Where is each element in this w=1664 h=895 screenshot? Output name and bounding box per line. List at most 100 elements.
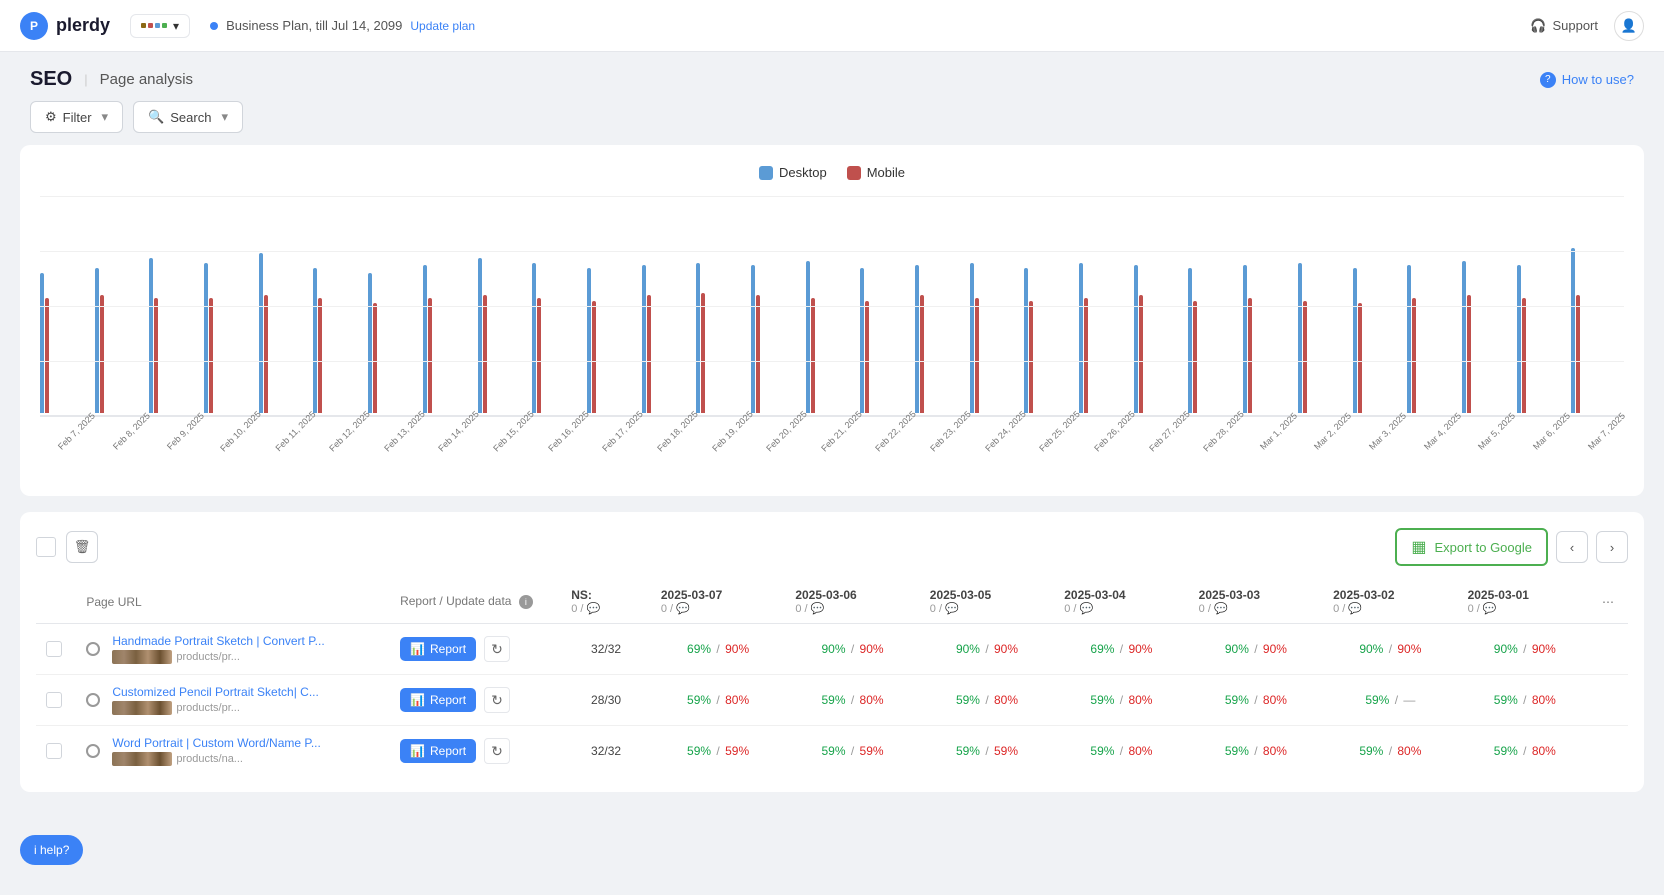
desktop-legend-label: Desktop bbox=[779, 165, 827, 180]
mobile-bar-22 bbox=[1248, 298, 1252, 413]
desktop-bar-28 bbox=[1571, 248, 1575, 413]
mobile-bar-25 bbox=[1412, 298, 1416, 413]
headphone-icon: 🎧 bbox=[1530, 18, 1546, 34]
row-checkbox[interactable] bbox=[46, 641, 62, 657]
chart-legend: Desktop Mobile bbox=[40, 165, 1624, 180]
bar-group-1 bbox=[95, 268, 148, 413]
report-button[interactable]: 📊 Report bbox=[400, 637, 476, 661]
bar-group-11 bbox=[642, 265, 695, 413]
help-bubble[interactable]: i help? bbox=[20, 835, 83, 865]
table-toolbar: 🗑 ▦ Export to Google ‹ › bbox=[36, 528, 1628, 566]
page-url-link[interactable]: Word Portrait | Custom Word/Name P... bbox=[112, 736, 321, 750]
bar-group-21 bbox=[1188, 268, 1241, 413]
url-thumbnail bbox=[112, 752, 172, 766]
score-green: 59% bbox=[1225, 744, 1249, 758]
bar-group-9 bbox=[532, 263, 585, 413]
ns-value: 28/30 bbox=[591, 693, 621, 707]
score-green: 69% bbox=[687, 642, 711, 656]
logo: P plerdy bbox=[20, 12, 110, 40]
score-red: 80% bbox=[1128, 693, 1152, 707]
bar-group-28 bbox=[1571, 248, 1624, 413]
desktop-bar-26 bbox=[1462, 261, 1466, 413]
mobile-bar-15 bbox=[865, 301, 869, 413]
desktop-bar-13 bbox=[751, 265, 755, 413]
score-cell: 90% / 90% bbox=[920, 624, 1054, 675]
report-info-icon[interactable]: i bbox=[519, 595, 533, 609]
how-to-use-link[interactable]: ? How to use? bbox=[1540, 72, 1634, 88]
mobile-bar-1 bbox=[100, 295, 104, 413]
filter-button[interactable]: ⚙ Filter bbox=[30, 101, 123, 133]
bar-group-17 bbox=[970, 263, 1023, 413]
mobile-bar-7 bbox=[428, 298, 432, 413]
mobile-bar-18 bbox=[1029, 301, 1033, 413]
score-cell: 69% / 90% bbox=[651, 624, 785, 675]
report-button[interactable]: 📊 Report bbox=[400, 739, 476, 763]
score-cell: 59% / 80% bbox=[1458, 675, 1592, 726]
score-cell: 90% / 90% bbox=[785, 624, 919, 675]
refresh-button[interactable]: ↻ bbox=[484, 687, 510, 713]
score-cell: 59% / 59% bbox=[651, 726, 785, 777]
chart-panel: Desktop Mobile Feb 7, 2025Feb 8, 2025Feb… bbox=[20, 145, 1644, 496]
chevron-left-icon: ‹ bbox=[1570, 540, 1574, 555]
desktop-bar-16 bbox=[915, 265, 919, 413]
score-cell: 59% / 80% bbox=[1323, 726, 1457, 777]
desktop-bar-5 bbox=[313, 268, 317, 413]
chart-container: Feb 7, 2025Feb 8, 2025Feb 9, 2025Feb 10,… bbox=[40, 196, 1624, 476]
refresh-button[interactable]: ↻ bbox=[484, 738, 510, 764]
th-page-url: Page URL bbox=[76, 580, 390, 624]
how-to-use-label: How to use? bbox=[1562, 72, 1634, 87]
delete-button[interactable]: 🗑 bbox=[66, 531, 98, 563]
th-date6: 2025-03-02 0 / 💬 bbox=[1323, 580, 1457, 624]
mobile-bar-9 bbox=[537, 298, 541, 413]
bar-group-23 bbox=[1298, 263, 1351, 413]
bar-group-18 bbox=[1024, 268, 1077, 413]
export-google-button[interactable]: ▦ Export to Google bbox=[1395, 528, 1548, 566]
user-avatar[interactable]: 👤 bbox=[1614, 11, 1644, 41]
mobile-bar-17 bbox=[975, 298, 979, 413]
url-path: products/pr... bbox=[112, 650, 324, 664]
score-red: 80% bbox=[1397, 744, 1421, 758]
bar-group-14 bbox=[806, 261, 859, 413]
th-more: ⋯ bbox=[1592, 580, 1628, 624]
desktop-bar-17 bbox=[970, 263, 974, 413]
refresh-button[interactable]: ↻ bbox=[484, 636, 510, 662]
report-label: Report bbox=[430, 642, 466, 656]
update-plan-link[interactable]: Update plan bbox=[410, 19, 475, 33]
desktop-bar-23 bbox=[1298, 263, 1302, 413]
header-row: Page URL Report / Update data i NS: 0 / … bbox=[36, 580, 1628, 624]
score-red: 90% bbox=[860, 642, 884, 656]
score-red: 90% bbox=[994, 642, 1018, 656]
th-date7: 2025-03-01 0 / 💬 bbox=[1458, 580, 1592, 624]
mobile-bar-27 bbox=[1522, 298, 1526, 413]
desktop-bar-7 bbox=[423, 265, 427, 413]
th-date3: 2025-03-05 0 / 💬 bbox=[920, 580, 1054, 624]
page-url-link[interactable]: Handmade Portrait Sketch | Convert P... bbox=[112, 634, 324, 648]
prev-page-button[interactable]: ‹ bbox=[1556, 531, 1588, 563]
filter-icon: ⚙ bbox=[45, 109, 57, 125]
search-button[interactable]: 🔍 Search bbox=[133, 101, 243, 133]
url-path-text: products/pr... bbox=[176, 702, 240, 714]
select-all-checkbox[interactable] bbox=[36, 537, 56, 557]
report-icon: 📊 bbox=[410, 693, 425, 707]
support-label: Support bbox=[1552, 18, 1598, 33]
search-chevron bbox=[217, 109, 228, 125]
url-thumbnail bbox=[112, 701, 172, 715]
plan-text: Business Plan, till Jul 14, 2099 bbox=[226, 18, 402, 33]
support-button[interactable]: 🎧 Support bbox=[1530, 18, 1598, 34]
row-checkbox[interactable] bbox=[46, 743, 62, 759]
score-red: 90% bbox=[1128, 642, 1152, 656]
filter-chevron bbox=[98, 109, 109, 125]
row-checkbox[interactable] bbox=[46, 692, 62, 708]
mobile-bar-4 bbox=[264, 295, 268, 413]
score-green: 90% bbox=[1494, 642, 1518, 656]
desktop-bar-4 bbox=[259, 253, 263, 413]
page-url-link[interactable]: Customized Pencil Portrait Sketch| C... bbox=[112, 685, 319, 699]
plan-status-dot bbox=[210, 22, 218, 30]
report-button[interactable]: 📊 Report bbox=[400, 688, 476, 712]
next-page-button[interactable]: › bbox=[1596, 531, 1628, 563]
ns-cell: 28/30 bbox=[561, 675, 651, 726]
page-title-area: SEO | Page analysis bbox=[30, 68, 193, 91]
plan-selector[interactable]: ▾ bbox=[130, 14, 190, 38]
score-green: 90% bbox=[1225, 642, 1249, 656]
table-row: Handmade Portrait Sketch | Convert P... … bbox=[36, 624, 1628, 675]
